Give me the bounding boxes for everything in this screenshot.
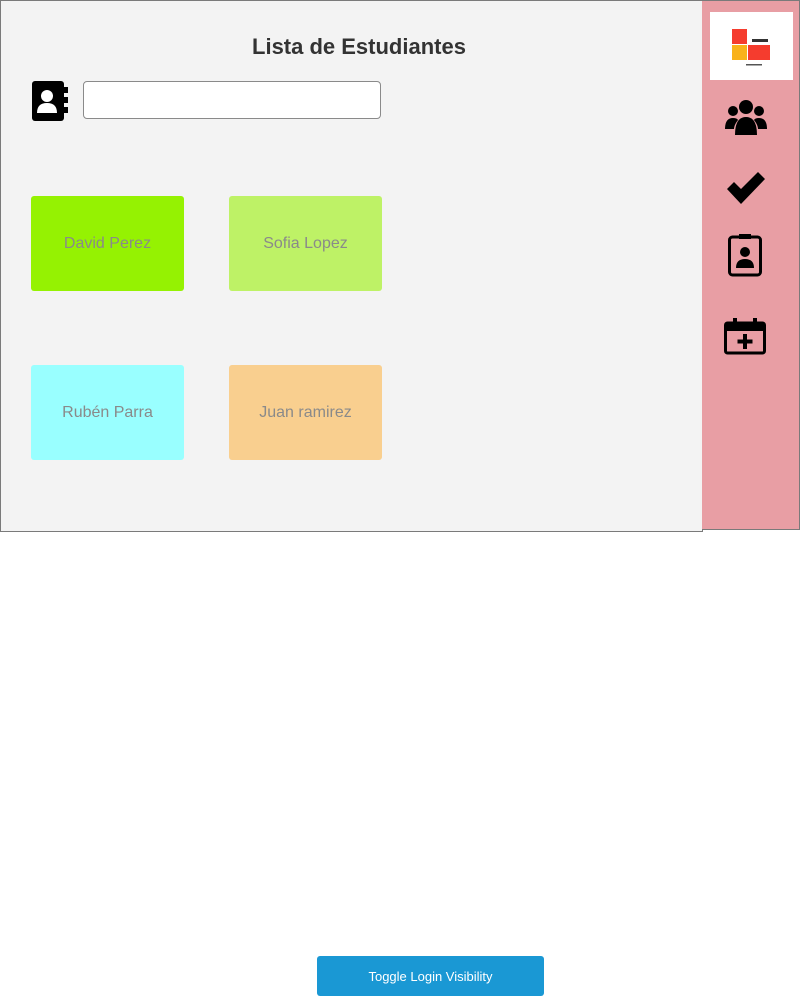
student-card-david[interactable]: David Perez [31,196,184,291]
calendar-add-icon[interactable] [724,317,766,355]
address-book-icon[interactable] [32,81,68,121]
student-name: Rubén Parra [62,403,153,421]
student-name: David Perez [63,234,152,252]
toggle-login-button[interactable]: Toggle Login Visibility [317,956,544,996]
student-name: Juan ramirez [259,403,352,421]
student-name: Sofia Lopez [263,234,348,252]
sidebar [702,0,800,530]
users-icon[interactable] [725,97,767,139]
student-card-juan[interactable]: Juan ramirez [229,365,382,460]
student-card-sofia[interactable]: Sofia Lopez [229,196,382,291]
page-title: Lista de Estudiantes [252,34,466,59]
logo [710,12,793,80]
checkmark-icon[interactable] [725,171,767,207]
student-card-ruben[interactable]: Rubén Parra [31,365,184,460]
id-badge-icon[interactable] [728,234,762,277]
search-input[interactable] [83,81,381,119]
main-panel: Lista de Estudiantes David Perez Sofia L… [0,0,703,532]
logo-icon [732,29,770,66]
